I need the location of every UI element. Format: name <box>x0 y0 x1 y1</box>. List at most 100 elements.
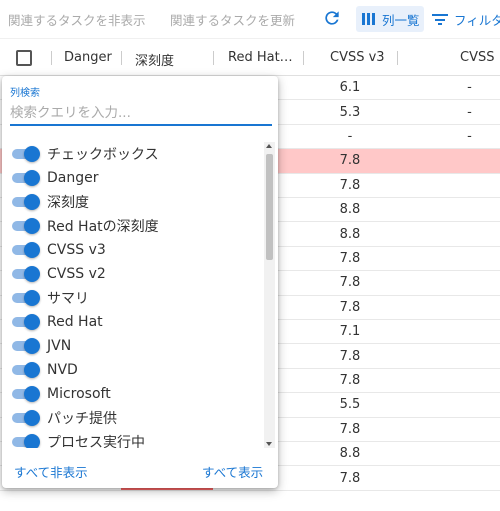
column-toggle-label: 深刻度 <box>47 195 89 211</box>
scroll-up-arrow-icon[interactable] <box>266 144 272 148</box>
cvss-v3-cell: 7.8 <box>339 153 361 169</box>
column-toggle-item[interactable]: Danger <box>12 166 99 190</box>
column-toggle-label: Red Hat <box>47 314 103 330</box>
column-separator <box>213 51 214 65</box>
cvss-v3-cell: 8.8 <box>339 446 361 462</box>
cvss-v2-cell: - <box>467 80 472 96</box>
filter-label: フィルタ <box>454 13 500 28</box>
table-header: Danger 深刻度 Red Hat… CVSS v3 CVSS <box>0 38 500 76</box>
filter-button[interactable]: フィルタ <box>432 10 500 29</box>
cvss-v3-cell: 7.8 <box>339 421 361 437</box>
cvss-v2-cell <box>397 296 500 319</box>
column-separator <box>51 51 52 65</box>
column-toggle-item[interactable]: CVSS v3 <box>12 238 106 262</box>
scroll-down-arrow-icon[interactable] <box>266 442 272 446</box>
toggle-switch[interactable] <box>12 194 40 210</box>
column-toggle-item[interactable]: チェックボックス <box>12 142 159 166</box>
column-separator <box>397 51 398 65</box>
column-toggle-label: プロセス実行中 <box>47 435 145 448</box>
toggle-switch[interactable] <box>12 146 40 162</box>
cvss-v2-cell: - <box>467 128 472 144</box>
column-toggle-item[interactable]: サマリ <box>12 286 89 310</box>
column-header-severity[interactable]: 深刻度 <box>135 50 174 69</box>
cvss-v2-cell <box>397 369 500 392</box>
column-header-cvss-v3[interactable]: CVSS v3 <box>330 50 385 65</box>
column-toggle-item[interactable]: Red Hat <box>12 310 103 334</box>
column-toggle-label: パッチ提供 <box>47 411 117 427</box>
hide-all-button[interactable]: すべて非表示 <box>14 462 88 481</box>
column-toggle-label: Red Hatの深刻度 <box>47 219 159 235</box>
toggle-switch[interactable] <box>12 314 40 330</box>
toggle-switch[interactable] <box>12 266 40 282</box>
cvss-v2-cell <box>397 344 500 367</box>
column-toggle-item[interactable]: JVN <box>12 334 71 358</box>
toggle-switch[interactable] <box>12 170 40 186</box>
column-toggle-item[interactable]: 深刻度 <box>12 190 89 214</box>
toggle-switch[interactable] <box>12 362 40 378</box>
toggle-switch[interactable] <box>12 242 40 258</box>
update-related-tasks-button[interactable]: 関連するタスクを更新 <box>170 10 295 29</box>
select-all-checkbox[interactable] <box>16 50 32 66</box>
column-toggle-item[interactable]: Microsoft <box>12 382 111 406</box>
toolbar: 関連するタスクを非表示 関連するタスクを更新 列一覧 フィルタ <box>0 0 500 38</box>
cvss-v3-cell: 6.1 <box>339 80 361 96</box>
cvss-v3-cell: 7.8 <box>339 348 361 364</box>
cvss-v3-cell: 8.8 <box>339 202 361 218</box>
column-toggle-label: CVSS v3 <box>47 242 106 258</box>
cvss-v3-cell: - <box>347 128 353 144</box>
cvss-v2-cell <box>397 174 500 197</box>
refresh-icon[interactable] <box>322 8 342 28</box>
scrollbar[interactable] <box>264 142 275 448</box>
toggle-switch[interactable] <box>12 386 40 402</box>
cvss-v2-cell <box>397 222 500 245</box>
column-toggle-label: NVD <box>47 362 78 378</box>
cvss-v2-cell <box>397 418 500 441</box>
cvss-v3-cell: 7.8 <box>339 470 361 486</box>
cvss-v3-cell: 7.8 <box>339 372 361 388</box>
cvss-v3-cell: 5.5 <box>339 397 361 413</box>
toggle-switch[interactable] <box>12 338 40 354</box>
cvss-v3-cell: 7.8 <box>339 299 361 315</box>
column-toggle-label: JVN <box>47 338 72 354</box>
column-toggle-item[interactable]: Red Hatの深刻度 <box>12 214 159 238</box>
cvss-v2-cell: - <box>467 104 472 120</box>
column-toggle-label: CVSS v2 <box>47 266 106 282</box>
column-toggle-item[interactable]: CVSS v2 <box>12 262 106 286</box>
column-toggle-item[interactable]: プロセス実行中 <box>12 430 145 448</box>
cvss-v3-cell: 8.8 <box>339 226 361 242</box>
cvss-v2-cell <box>397 466 500 489</box>
column-header-cvss-v2[interactable]: CVSS <box>460 50 494 65</box>
cvss-v2-cell <box>397 271 500 294</box>
column-header-redhat[interactable]: Red Hat… <box>228 50 293 65</box>
column-toggle-label: チェックボックス <box>47 147 159 163</box>
cvss-v2-cell <box>397 198 500 221</box>
toggle-switch[interactable] <box>12 218 40 234</box>
column-toggle-item[interactable]: NVD <box>12 358 78 382</box>
column-toggle-label: Danger <box>47 170 99 186</box>
column-toggle-label: サマリ <box>47 291 89 307</box>
show-all-button[interactable]: すべて表示 <box>202 462 263 481</box>
column-separator <box>303 51 304 65</box>
cvss-v2-cell <box>397 393 500 416</box>
cvss-v2-cell <box>397 320 500 343</box>
scrollbar-thumb[interactable] <box>266 154 273 260</box>
toggle-switch[interactable] <box>12 290 40 306</box>
column-toggle-list: チェックボックス Danger 深刻度 Red Hatの深刻度 CVSS v3 CVSS … <box>2 142 264 448</box>
toggle-switch[interactable] <box>12 410 40 426</box>
column-toggle-item[interactable]: パッチ提供 <box>12 406 117 430</box>
column-list-button[interactable]: 列一覧 <box>356 6 424 32</box>
cvss-v3-cell: 7.1 <box>339 324 361 340</box>
cvss-v2-cell <box>397 149 500 172</box>
cvss-v2-cell <box>397 442 500 465</box>
cvss-v2-cell <box>397 247 500 270</box>
column-search-input[interactable] <box>10 102 272 126</box>
toggle-switch[interactable] <box>12 434 40 448</box>
filter-icon <box>432 14 448 25</box>
column-separator <box>121 51 122 65</box>
column-header-danger[interactable]: Danger <box>64 50 112 65</box>
view-column-icon <box>362 13 376 25</box>
cvss-v3-cell: 7.8 <box>339 275 361 291</box>
cvss-v3-cell: 7.8 <box>339 177 361 193</box>
hide-related-tasks-button[interactable]: 関連するタスクを非表示 <box>8 10 146 29</box>
column-search-label: 列検索 <box>10 88 40 99</box>
